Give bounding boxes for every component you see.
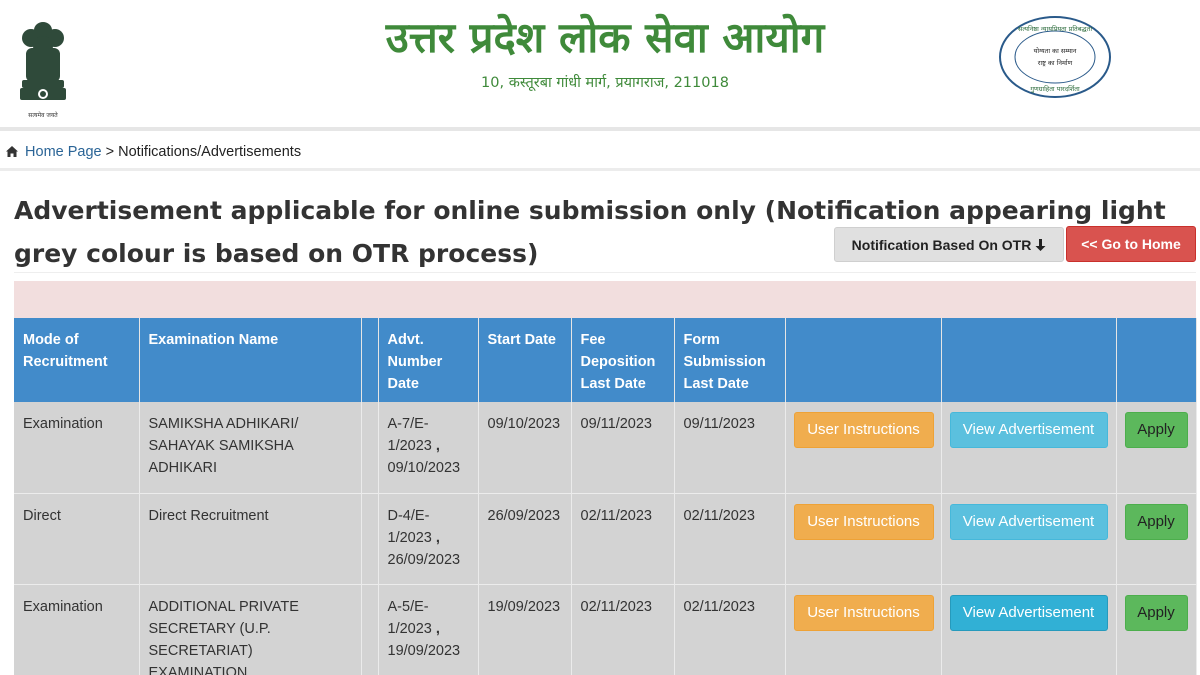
column-header-form-last-date: Form Submission Last Date (674, 318, 786, 402)
cell-form-last-date: 09/11/2023 (674, 402, 786, 493)
cell-fee-last-date: 02/11/2023 (571, 493, 675, 584)
cell-advt-number: A-7/E-1/2023 , 09/10/2023 (378, 402, 479, 493)
user-instructions-button[interactable]: User Instructions (793, 503, 934, 540)
view-advertisement-button[interactable]: View Advertisement (949, 503, 1108, 540)
breadcrumb-current: Notifications/Advertisements (118, 144, 302, 160)
view-advertisement-button[interactable]: View Advertisement (949, 412, 1108, 448)
advertisements-table: Mode of Recruitment Examination Name Adv… (14, 318, 1197, 675)
cell-exam-name: Direct Recruitment (139, 493, 362, 584)
cell-instructions: User Instructions (785, 584, 942, 675)
column-header-start-date: Start Date (478, 318, 572, 402)
seal-text-middle-1: योग्यता का सम्मान (1034, 47, 1077, 55)
cell-form-last-date: 02/11/2023 (674, 584, 786, 675)
cell-advertisement: View Advertisement (941, 584, 1117, 675)
divider (14, 272, 1196, 273)
cell-advertisement: View Advertisement (941, 402, 1117, 493)
cell-spacer (361, 402, 379, 493)
table-row: Examination ADDITIONAL PRIVATE SECRETARY… (14, 584, 1197, 675)
column-header-fee-last-date: Fee Deposition Last Date (571, 318, 675, 402)
cell-apply: Apply (1116, 402, 1197, 493)
column-header-exam-name: Examination Name (139, 318, 362, 402)
user-instructions-button[interactable]: User Instructions (793, 412, 934, 448)
cell-apply: Apply (1116, 493, 1197, 584)
alert-strip (14, 281, 1196, 318)
advt-number: A-7/E-1/2023 (387, 416, 432, 454)
column-header-apply (1116, 318, 1197, 402)
view-advertisement-button[interactable]: View Advertisement (949, 594, 1108, 631)
home-icon (6, 146, 18, 157)
notification-otr-button[interactable]: Notification Based On OTR (834, 227, 1064, 262)
cell-spacer (361, 493, 379, 584)
commission-seal-logo: सत्यनिष्ठा न्यायप्रियता प्रतिबद्धता योग्… (999, 16, 1111, 98)
cell-spacer (361, 584, 379, 675)
cell-mode: Direct (14, 493, 140, 584)
table-header-row: Mode of Recruitment Examination Name Adv… (14, 318, 1197, 402)
cell-fee-last-date: 09/11/2023 (571, 402, 675, 493)
cell-apply: Apply (1116, 584, 1197, 675)
cell-instructions: User Instructions (785, 402, 942, 493)
user-instructions-button[interactable]: User Instructions (793, 594, 934, 631)
cell-mode: Examination (14, 584, 140, 675)
table-row: Examination SAMIKSHA ADHIKARI/ SAHAYAK S… (14, 402, 1197, 493)
advt-number: D-4/E-1/2023 (387, 507, 432, 546)
cell-form-last-date: 02/11/2023 (674, 493, 786, 584)
advt-number: A-5/E-1/2023 (387, 598, 432, 637)
cell-advertisement: View Advertisement (941, 493, 1117, 584)
advt-date: 26/09/2023 (387, 551, 461, 568)
breadcrumb-home-link[interactable]: Home Page (25, 144, 102, 160)
cell-advt-number: A-5/E-1/2023 , 19/09/2023 (378, 584, 479, 675)
cell-start-date: 19/09/2023 (478, 584, 572, 675)
breadcrumb-separator: > (105, 144, 115, 160)
column-header-advt-number: Advt. Number Date (378, 318, 479, 402)
column-header-spacer (361, 318, 379, 402)
column-header-mode: Mode of Recruitment (14, 318, 140, 402)
advt-date: 09/10/2023 (387, 460, 461, 476)
advt-date: 19/09/2023 (387, 642, 461, 659)
apply-button[interactable]: Apply (1124, 594, 1188, 631)
column-header-instructions (785, 318, 942, 402)
seal-text-middle-2: राष्ट्र का निर्माण (1038, 59, 1073, 67)
arrow-down-icon (1035, 238, 1046, 251)
cell-exam-name: SAMIKSHA ADHIKARI/ SAHAYAK SAMIKSHA ADHI… (139, 402, 362, 493)
breadcrumb: Home Page > Notifications/Advertisements (0, 135, 1200, 171)
cell-start-date: 09/10/2023 (478, 402, 572, 493)
column-header-advertisement (941, 318, 1117, 402)
otr-button-label: Notification Based On OTR (851, 236, 1032, 253)
cell-fee-last-date: 02/11/2023 (571, 584, 675, 675)
cell-exam-name: ADDITIONAL PRIVATE SECRETARY (U.P. SECRE… (139, 584, 362, 675)
emblem-caption: सत्यमेव जयते (28, 111, 58, 119)
apply-button[interactable]: Apply (1124, 503, 1188, 540)
seal-text-top: सत्यनिष्ठा न्यायप्रियता प्रतिबद्धता (1018, 25, 1092, 33)
cell-advt-number: D-4/E-1/2023 , 26/09/2023 (378, 493, 479, 584)
seal-text-bottom: गुणग्राहिता पारदर्शिता (1030, 85, 1080, 93)
table-row: Direct Direct Recruitment D-4/E-1/2023 ,… (14, 493, 1197, 584)
go-to-home-button[interactable]: << Go to Home (1066, 226, 1196, 262)
cell-mode: Examination (14, 402, 140, 493)
apply-button[interactable]: Apply (1124, 412, 1188, 448)
cell-start-date: 26/09/2023 (478, 493, 572, 584)
site-header: सत्यमेव जयते उत्तर प्रदेश लोक सेवा आयोग … (0, 0, 1200, 131)
cell-instructions: User Instructions (785, 493, 942, 584)
